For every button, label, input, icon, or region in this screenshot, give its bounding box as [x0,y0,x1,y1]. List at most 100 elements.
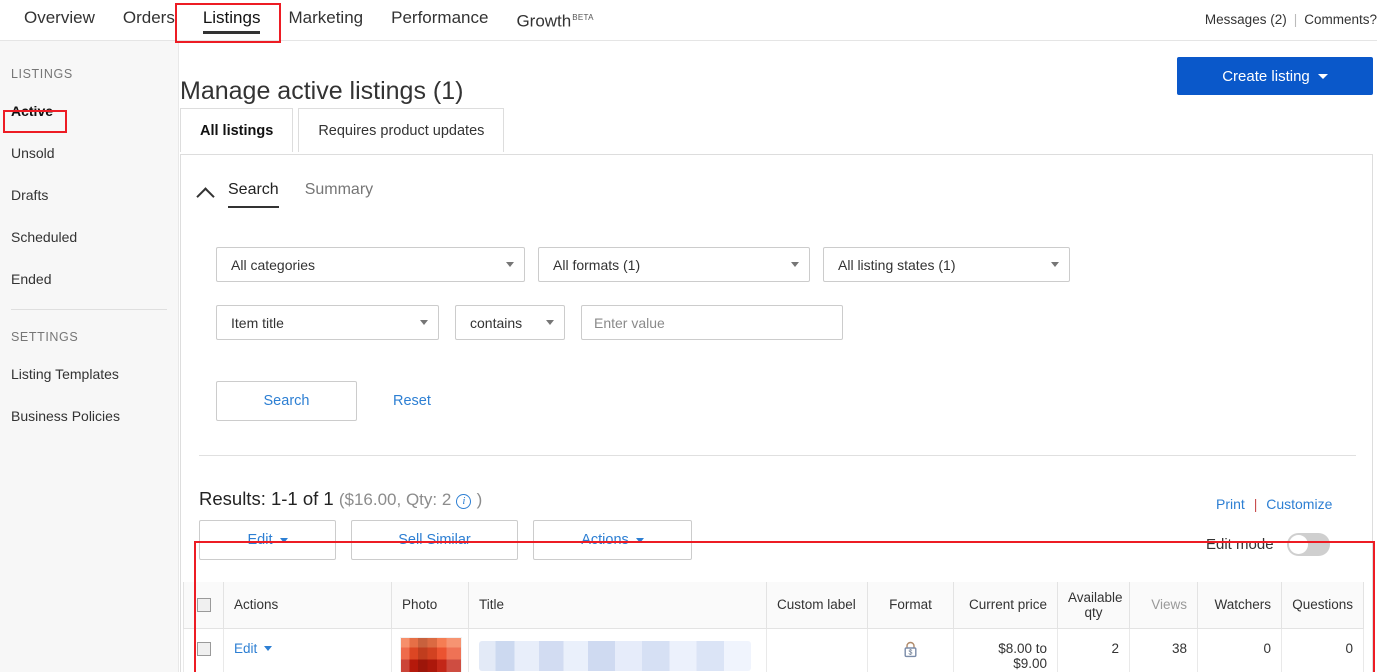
edit-mode-control: Edit mode [1206,533,1330,556]
sidebar: LISTINGS Active Unsold Drafts Scheduled … [0,41,179,672]
listing-states-select[interactable]: All listing states (1) [823,247,1070,282]
table-header-row: Actions Photo Title Custom label Format … [184,582,1364,628]
filter-row-primary: All categories All formats (1) All listi… [216,247,1070,282]
chevron-down-icon [506,262,514,267]
chevron-down-icon [1318,74,1328,79]
messages-link[interactable]: Messages (2) [1205,12,1287,27]
operator-select-value: contains [470,315,546,331]
tab-all-listings[interactable]: All listings [180,108,293,152]
header-title: Title [469,582,767,628]
search-summary-tabs: Search Summary [199,181,399,208]
header-available-qty: Available qty [1058,582,1130,628]
actions-button[interactable]: Actions [533,520,692,560]
listing-states-select-value: All listing states (1) [838,257,1051,273]
chevron-down-icon [280,538,288,543]
row-edit-button[interactable]: Edit [234,641,381,656]
sidebar-item-unsold[interactable]: Unsold [0,141,178,165]
actions-label: Actions [581,532,629,548]
main-content: Manage active listings (1) Create listin… [179,41,1377,672]
panel-divider [199,455,1356,456]
create-listing-label: Create listing [1222,68,1310,85]
search-button[interactable]: Search [216,381,357,421]
section-tab-search[interactable]: Search [228,181,279,208]
search-value-input[interactable] [581,305,843,340]
categories-select[interactable]: All categories [216,247,525,282]
nav-tab-growth[interactable]: GrowthBETA [502,0,607,44]
row-questions-cell: 0 [1282,628,1364,672]
formats-select[interactable]: All formats (1) [538,247,810,282]
row-actions-cell: Edit [224,628,392,672]
nav-tab-orders-label: Orders [123,8,175,27]
section-tab-summary-label: Summary [305,181,373,198]
row-format-cell: $ [868,628,954,672]
top-nav-utility-links: Messages (2) | Comments? [1205,0,1377,27]
comments-link[interactable]: Comments? [1304,12,1377,27]
header-questions: Questions [1282,582,1364,628]
nav-tab-growth-label: Growth [516,12,571,31]
print-customize-links: Print | Customize [1216,496,1332,512]
row-watchers-cell: 0 [1198,628,1282,672]
sidebar-item-drafts[interactable]: Drafts [0,183,178,207]
page-title: Manage active listings (1) [180,77,463,106]
listings-table: Actions Photo Title Custom label Format … [183,582,1364,672]
sell-similar-button[interactable]: Sell Similar [351,520,518,560]
header-current-price: Current price [954,582,1058,628]
row-price-range: $8.00 to $9.00 [964,641,1047,671]
nav-tab-overview[interactable]: Overview [10,0,109,40]
row-checkbox[interactable] [197,642,211,656]
top-nav-items: Overview Orders Listings Marketing Perfo… [0,0,608,44]
customize-link[interactable]: Customize [1266,496,1332,512]
print-link[interactable]: Print [1216,496,1245,512]
select-all-checkbox[interactable] [197,598,211,612]
nav-tab-orders[interactable]: Orders [109,0,189,40]
sell-similar-label: Sell Similar [398,532,471,548]
print-separator: | [1254,496,1258,512]
bulk-edit-button[interactable]: Edit [199,520,336,560]
sidebar-item-business-policies[interactable]: Business Policies [0,404,178,428]
tab-requires-product-updates[interactable]: Requires product updates [298,108,504,152]
operator-select[interactable]: contains [455,305,565,340]
edit-mode-toggle[interactable] [1287,533,1330,556]
search-button-label: Search [264,393,310,409]
collapse-chevron-up-icon[interactable] [196,187,214,205]
header-photo: Photo [392,582,469,628]
sidebar-item-ended[interactable]: Ended [0,267,178,291]
sidebar-item-listing-templates[interactable]: Listing Templates [0,362,178,386]
row-photo-cell [392,628,469,672]
sidebar-item-business-policies-label: Business Policies [11,408,120,424]
filter-row-secondary: Item title contains [216,305,843,340]
listing-title-redacted[interactable] [479,641,751,671]
sidebar-item-active[interactable]: Active [0,99,178,123]
reset-button[interactable]: Reset [393,393,431,409]
lock-dollar-icon: $ [903,641,918,661]
sidebar-divider [11,309,167,310]
svg-text:$: $ [909,649,913,656]
nav-tab-performance[interactable]: Performance [377,0,502,40]
nav-tab-listings-label: Listings [203,8,261,27]
field-select[interactable]: Item title [216,305,439,340]
nav-tab-overview-label: Overview [24,8,95,27]
formats-select-value: All formats (1) [553,257,791,273]
listing-thumbnail[interactable] [400,637,462,672]
tab-all-listings-label: All listings [200,123,273,139]
sidebar-item-ended-label: Ended [11,271,51,287]
chevron-down-icon [636,538,644,543]
results-value-summary: ($16.00, Qty: 2 [339,490,451,509]
sidebar-item-scheduled[interactable]: Scheduled [0,225,178,249]
header-actions: Actions [224,582,392,628]
section-tab-summary[interactable]: Summary [305,181,373,208]
create-listing-button[interactable]: Create listing [1177,57,1373,95]
sidebar-item-scheduled-label: Scheduled [11,229,77,245]
nav-tab-marketing[interactable]: Marketing [274,0,377,40]
nav-tab-marketing-label: Marketing [288,8,363,27]
row-available-qty-cell: 2 [1058,628,1130,672]
chevron-down-icon [264,646,272,651]
header-custom-label: Custom label [767,582,868,628]
nav-tab-listings[interactable]: Listings [189,0,275,40]
info-icon[interactable]: i [456,494,471,509]
chevron-down-icon [791,262,799,267]
sidebar-item-unsold-label: Unsold [11,145,55,161]
sidebar-heading-settings: SETTINGS [0,330,178,344]
toggle-knob [1289,535,1308,554]
bulk-edit-label: Edit [248,532,273,548]
